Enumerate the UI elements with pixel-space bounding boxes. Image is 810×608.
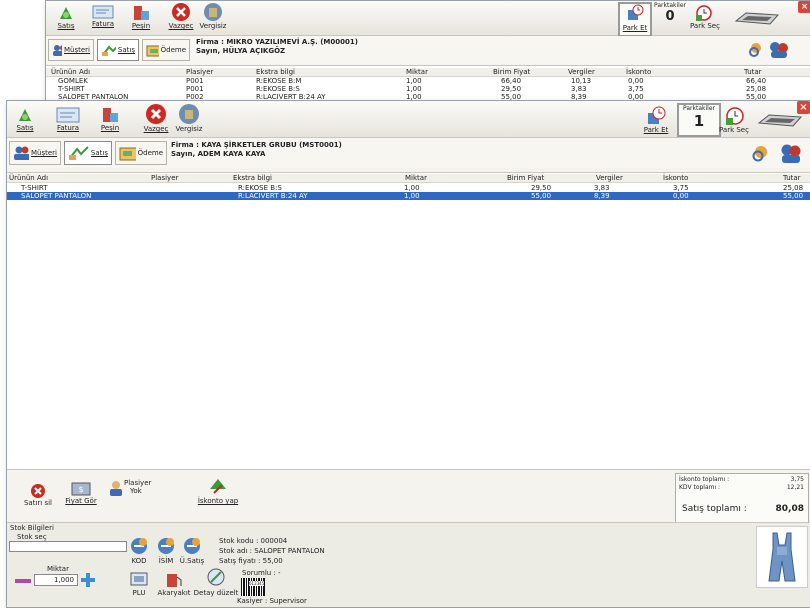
park-select-clock-icon	[696, 5, 712, 21]
vazgec-button[interactable]: Vazgeç	[141, 103, 171, 133]
back-park-sec-button[interactable]: Park Seç	[690, 4, 720, 30]
usatis-button[interactable]: Ü.Satış	[177, 535, 207, 565]
customer-info: Firma : KAYA ŞİRKETLER GRUBU (MST0001) S…	[171, 141, 342, 158]
back-table-header: Ürünün Adı Plasiyer Ekstra bilgi Miktar …	[46, 68, 810, 77]
invoice-icon	[92, 5, 114, 19]
customer-group-icon[interactable]	[779, 143, 803, 165]
cancel-icon	[172, 3, 190, 21]
tab-satis[interactable]: Satış	[64, 141, 112, 165]
name-search-icon	[158, 538, 174, 554]
back-satis-button[interactable]: Satış	[54, 4, 78, 30]
tab-odeme[interactable]: Ödeme	[115, 141, 167, 165]
back-close-button[interactable]: ×	[798, 1, 810, 13]
satis-icon	[60, 7, 72, 19]
back-vazgec-button[interactable]: Vazgeç	[166, 2, 196, 30]
plu-button[interactable]: PLU	[123, 571, 155, 597]
table-row[interactable]: T-SHIRT P001 R:EKOSE B:S 1,00 29,50 3,83…	[46, 85, 810, 93]
product-sale-icon	[184, 538, 200, 554]
detail-edit-icon	[207, 568, 225, 586]
back-parktakiler: Parktakiler 0	[654, 2, 686, 24]
kod-button[interactable]: KOD	[125, 535, 153, 565]
front-toolbar: Satış Fatura Peşin Vazgeç Vergisiz Park …	[7, 101, 810, 138]
park-clock-icon	[628, 4, 644, 20]
table-row[interactable]: GOMLEK P001 R:EKOSE B:M 1,00 66,40 10,13…	[46, 77, 810, 85]
fatura-button[interactable]: Fatura	[52, 106, 84, 132]
parktakiler-counter[interactable]: Parktakiler 1	[677, 103, 721, 137]
park-sec-button[interactable]: Park Seç	[719, 106, 749, 134]
quantity-input[interactable]: 1,000	[34, 574, 78, 586]
iskonto-yap-button[interactable]: İskonto yap	[193, 475, 243, 505]
cash-icon	[103, 108, 118, 122]
price-view-icon: $	[71, 482, 91, 496]
back-items-table: Ürünün Adı Plasiyer Ekstra bilgi Miktar …	[46, 65, 810, 101]
customers-icon	[14, 146, 29, 160]
plus-icon[interactable]	[81, 573, 95, 587]
delete-row-icon	[31, 484, 45, 498]
actions-panel: Satırı sil $ Fiyat Gör Plasiyer Yok İsko…	[7, 469, 810, 524]
product-image	[756, 526, 808, 588]
back-customer-info: Firma : MIKRO YAZILIMEVİ A.Ş. (M00001) S…	[196, 38, 358, 55]
active-sale-window: Satış Fatura Peşin Vazgeç Vergisiz Park …	[6, 100, 810, 608]
table-header: Ürünün Adı Plasiyer Ekstra bilgi Miktar …	[7, 174, 810, 183]
salesperson-icon	[110, 481, 122, 496]
sales-icon	[102, 45, 116, 56]
satis-icon	[19, 109, 31, 121]
close-button[interactable]: ×	[797, 101, 810, 114]
tab-musteri[interactable]: Müşteri	[9, 141, 61, 165]
vergisiz-button[interactable]: Vergisiz	[174, 103, 204, 133]
back-pesin-button[interactable]: Peşin	[128, 4, 154, 30]
customer-group-icon[interactable]	[768, 40, 790, 60]
fiyat-gor-button[interactable]: $ Fiyat Gör	[61, 479, 101, 505]
customer-search-icon[interactable]	[751, 145, 771, 163]
plasiyer-button[interactable]: Plasiyer Yok	[108, 477, 168, 499]
back-fatura-button[interactable]: Fatura	[88, 4, 118, 28]
back-vergisiz-button[interactable]: Vergisiz	[198, 2, 228, 30]
back-park-et-button[interactable]: Park Et	[618, 2, 652, 37]
code-search-icon	[131, 538, 147, 554]
plu-icon	[130, 572, 148, 586]
back-tab-satis[interactable]: Satış	[97, 39, 139, 61]
stock-select-input[interactable]	[9, 541, 127, 552]
back-subtoolbar: Müşteri Satış Ödeme Firma : MIKRO YAZILI…	[46, 36, 810, 64]
cancel-icon	[146, 104, 166, 124]
stock-details: Stok kodu : 000004 Stok adı : SALOPET PA…	[219, 537, 325, 565]
background-sale-window: Satış Fatura Peşin Vazgeç Vergisiz Park …	[45, 0, 810, 102]
keyboard-icon[interactable]	[734, 9, 780, 27]
tax-free-icon	[204, 3, 222, 21]
stock-panel: Stok Bilgileri Stok seç Miktar 1,000 KOD…	[7, 522, 810, 607]
items-table: Ürünün Adı Plasiyer Ekstra bilgi Miktar …	[7, 172, 810, 470]
satiri-sil-button[interactable]: Satırı sil	[21, 483, 55, 507]
tax-free-icon	[179, 104, 199, 124]
back-toolbar: Satış Fatura Peşin Vazgeç Vergisiz Park …	[46, 1, 810, 37]
table-row-selected[interactable]: SALOPET PANTALON R:LACIVERT B:24 AY 1,00…	[7, 192, 810, 200]
akaryakit-button[interactable]: Akaryakıt	[154, 571, 194, 597]
discount-icon	[210, 479, 226, 494]
overalls-image-icon	[768, 532, 796, 582]
back-tab-odeme[interactable]: Ödeme	[142, 39, 190, 61]
back-tab-musteri[interactable]: Müşteri	[48, 39, 94, 61]
table-row[interactable]: T-SHIRT R:EKOSE B:S 1,00 29,50 3,83 3,75…	[7, 184, 810, 192]
park-select-clock-icon	[726, 107, 744, 125]
payment-icon	[119, 147, 136, 161]
satis-button[interactable]: Satış	[12, 106, 38, 132]
minus-icon[interactable]	[15, 578, 31, 584]
svg-text:$: $	[78, 485, 83, 494]
customers-icon	[53, 45, 62, 56]
park-et-button[interactable]: Park Et	[641, 106, 671, 134]
detay-duzelt-button[interactable]: Detay düzelt	[191, 567, 241, 597]
customer-search-icon[interactable]	[747, 42, 765, 58]
park-clock-icon	[648, 106, 666, 124]
sales-icon	[69, 146, 89, 160]
pesin-button[interactable]: Peşin	[97, 106, 123, 132]
cash-icon	[134, 6, 149, 20]
invoice-icon	[56, 107, 80, 123]
keyboard-icon[interactable]	[757, 111, 803, 129]
isim-button[interactable]: İSİM	[152, 535, 180, 565]
payment-icon	[146, 45, 159, 57]
totals-box: İskonto toplamı : 3,75 KDV toplamı : 12,…	[675, 473, 809, 523]
fuel-icon	[167, 574, 182, 587]
front-subtoolbar: Müşteri Satış Ödeme Firma : KAYA ŞİRKETL…	[7, 138, 810, 168]
